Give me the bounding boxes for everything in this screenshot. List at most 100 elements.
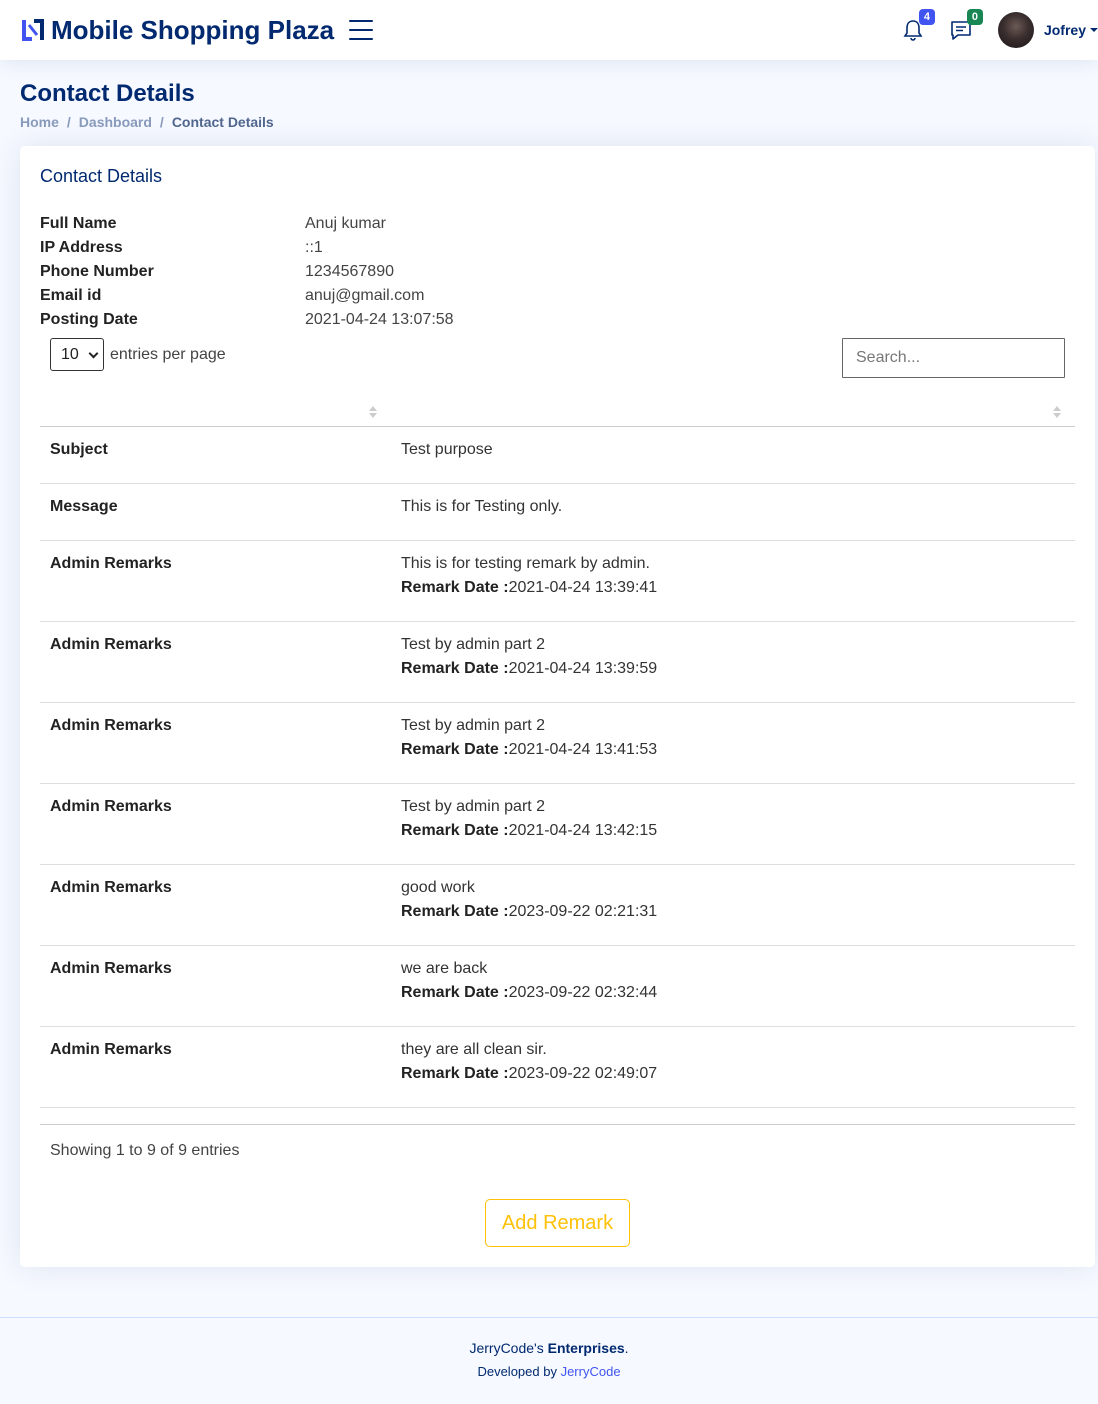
row-label: Message (50, 498, 118, 515)
table-row: Admin Remarks good work Remark Date :202… (40, 865, 1075, 946)
remark-date-label: Remark Date : (401, 903, 509, 920)
table-row: Subject Test purpose (40, 427, 1075, 484)
table-footer-divider (40, 1124, 1075, 1125)
table-row: Admin Remarks Test by admin part 2 Remar… (40, 622, 1075, 703)
remark-date: 2021-04-24 13:41:53 (508, 741, 658, 758)
credits-prefix: Developed by (477, 1364, 561, 1379)
table-header (40, 392, 1075, 427)
logo-icon (22, 19, 44, 41)
remarks-table: Subject Test purpose Message This is for… (40, 392, 1075, 1108)
table-row: Message This is for Testing only. (40, 484, 1075, 541)
info-value: 1234567890 (305, 263, 394, 280)
info-label: Full Name (40, 215, 117, 232)
user-menu[interactable]: Jofrey (1044, 22, 1098, 38)
page-title: Contact Details (20, 80, 195, 107)
credits: Developed by JerryCode (0, 1364, 1098, 1379)
contact-details-card: Contact Details Full Name Anuj kumar IP … (20, 146, 1095, 1267)
table-row: Admin Remarks we are back Remark Date :2… (40, 946, 1075, 1027)
table-info: Showing 1 to 9 of 9 entries (50, 1142, 240, 1159)
sort-column-1-icon[interactable] (369, 406, 377, 420)
breadcrumb-home[interactable]: Home (20, 114, 59, 130)
row-label: Admin Remarks (50, 960, 172, 977)
breadcrumb: Home / Dashboard / Contact Details (20, 114, 274, 130)
info-row: Email id anuj@gmail.com (40, 284, 454, 308)
info-row: Full Name Anuj kumar (40, 212, 454, 236)
copyright-prefix: JerryCode's (469, 1340, 548, 1356)
remark-date: 2023-09-22 02:32:44 (508, 984, 658, 1001)
card-title: Contact Details (40, 166, 163, 186)
credits-link[interactable]: JerryCode (561, 1364, 621, 1379)
remark-text: This is for testing remark by admin. (401, 555, 650, 572)
info-row: Posting Date 2021-04-24 13:07:58 (40, 308, 454, 332)
user-name: Jofrey (1043, 22, 1086, 38)
remark-text: we are back (401, 960, 488, 977)
info-row: Phone Number 1234567890 (40, 260, 454, 284)
entries-per-page: 10 entries per page (50, 338, 226, 371)
remark-date: 2021-04-24 13:39:59 (508, 660, 658, 677)
row-label: Admin Remarks (50, 636, 172, 653)
breadcrumb-separator: / (159, 114, 164, 130)
info-value: Anuj kumar (305, 215, 386, 232)
info-value: 2021-04-24 13:07:58 (305, 311, 454, 328)
info-label: IP Address (40, 239, 123, 256)
info-value: ::1 (305, 239, 323, 256)
info-label: Posting Date (40, 311, 138, 328)
entries-label: entries per page (110, 345, 226, 363)
table-row: Admin Remarks Test by admin part 2 Remar… (40, 784, 1075, 865)
remark-date-label: Remark Date : (401, 984, 509, 1001)
table-row: Admin Remarks they are all clean sir. Re… (40, 1027, 1075, 1108)
row-label: Admin Remarks (50, 717, 172, 734)
notifications-badge: 4 (918, 9, 935, 25)
breadcrumb-separator: / (66, 114, 71, 130)
remark-text: good work (401, 879, 475, 896)
remark-date: 2021-04-24 13:42:15 (508, 822, 658, 839)
row-text: Test purpose (401, 441, 493, 458)
remark-date-label: Remark Date : (401, 660, 509, 677)
remark-date-label: Remark Date : (401, 579, 509, 596)
remark-date-label: Remark Date : (401, 1065, 509, 1082)
remark-text: Test by admin part 2 (401, 717, 546, 734)
messages-button[interactable]: 0 (949, 9, 983, 42)
info-label: Email id (40, 287, 102, 304)
row-label: Subject (50, 441, 108, 458)
top-header: Mobile Shopping Plaza 4 0 Jofrey (0, 0, 1098, 60)
row-label: Admin Remarks (50, 879, 172, 896)
remark-text: Test by admin part 2 (401, 636, 546, 653)
copyright-suffix: . (624, 1340, 629, 1356)
page-footer: JerryCode's Enterprises. Developed by Je… (0, 1317, 1098, 1404)
remark-text: Test by admin part 2 (401, 798, 546, 815)
row-text: This is for Testing only. (401, 498, 563, 515)
info-row: IP Address ::1 (40, 236, 454, 260)
entries-select[interactable]: 10 (50, 338, 104, 371)
row-label: Admin Remarks (50, 1041, 172, 1058)
remark-date-label: Remark Date : (401, 741, 509, 758)
messages-badge: 0 (966, 9, 983, 25)
table-row: Admin Remarks Test by admin part 2 Remar… (40, 703, 1075, 784)
header-nav: 4 0 Jofrey (901, 0, 1098, 60)
remark-date: 2021-04-24 13:39:41 (508, 579, 658, 596)
row-label: Admin Remarks (50, 555, 172, 572)
sort-column-2-icon[interactable] (1053, 406, 1061, 420)
breadcrumb-dashboard[interactable]: Dashboard (79, 114, 152, 130)
avatar[interactable] (997, 12, 1034, 48)
remark-date: 2023-09-22 02:49:07 (508, 1065, 658, 1082)
remark-date: 2023-09-22 02:21:31 (508, 903, 658, 920)
copyright: JerryCode's Enterprises. (0, 1340, 1098, 1356)
info-label: Phone Number (40, 263, 154, 280)
table-row: Admin Remarks This is for testing remark… (40, 541, 1075, 622)
add-remark-button[interactable]: Add Remark (485, 1199, 630, 1247)
entries-select-value: 10 (61, 345, 79, 363)
remark-date-label: Remark Date : (401, 822, 509, 839)
breadcrumb-current: Contact Details (171, 114, 274, 130)
search-input[interactable] (842, 338, 1065, 378)
logo[interactable]: Mobile Shopping Plaza (20, 15, 334, 46)
contact-info: Full Name Anuj kumar IP Address ::1 Phon… (40, 212, 454, 332)
sidebar-toggle-icon[interactable] (349, 20, 374, 40)
caret-down-icon (1090, 28, 1098, 32)
chevron-down-icon (88, 348, 99, 359)
notifications-button[interactable]: 4 (901, 9, 935, 42)
copyright-company: Enterprises (547, 1340, 625, 1356)
page-title-section: Contact Details Home / Dashboard / Conta… (20, 80, 274, 130)
remark-text: they are all clean sir. (401, 1041, 547, 1058)
row-label: Admin Remarks (50, 798, 172, 815)
